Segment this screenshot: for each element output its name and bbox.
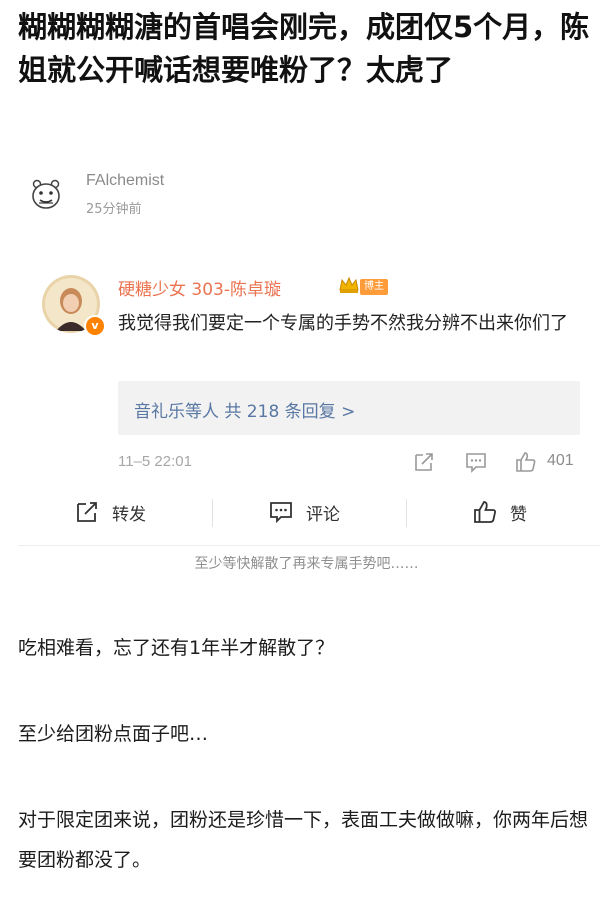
comment-button[interactable]: 评论 [268,497,340,527]
image-caption: 至少等快解散了再来专属手势吧…… [194,556,419,572]
divider [212,499,213,527]
author-row[interactable]: FAlchemist 25分钟前 [30,172,430,220]
article-title: 糊糊糊糊溏的首唱会刚完，成团仅5个月，陈姐就公开喊话想要唯粉了？太虎了 [18,10,590,87]
action-bar: 转发 评论 赞 [18,485,600,541]
thumbs-up-icon[interactable] [514,451,538,473]
reply-summary-link[interactable]: 音礼乐等人 共 218 条回复 > [134,397,355,422]
crown-icon [339,276,359,293]
like-count: 401 [547,452,574,469]
comment-text: 我觉得我们要定一个专属的手势不然我分辨不出来你们了 [118,313,568,334]
comment-label: 评论 [306,504,340,525]
repost-icon [77,502,97,522]
divider [406,499,407,527]
body-paragraph: 吃相难看，忘了还有1年半才解散了？ [18,637,335,659]
post-time: 25分钟前 [86,202,142,217]
like-icon [474,501,496,523]
verified-v-icon: v [84,315,106,337]
body-paragraph: 对于限定团来说，团粉还是珍惜一下，表面工夫做做嘛，你两年后想要团粉都没了。 [18,809,589,871]
cartoon-face-icon[interactable] [30,178,62,210]
like-button[interactable]: 赞 [472,497,527,527]
card-divider [18,545,600,546]
author-name[interactable]: FAlchemist [86,172,164,190]
blogger-badge: 博主 [360,279,388,295]
comment-bubble-icon [270,502,292,524]
comment-date: 11–5 22:01 [118,453,192,470]
reply-summary-box[interactable]: 音礼乐等人 共 218 条回复 > [118,381,580,435]
like-label: 赞 [510,504,527,525]
share-icon[interactable] [412,451,436,473]
body-paragraph: 至少给团粉点面子吧… [18,723,209,745]
embedded-weibo-comment: v 硬糖少女 303-陈卓璇 博主 我觉得我们要定一个专属的手势不然我分辨不出来… [18,255,600,545]
repost-label: 转发 [112,504,146,525]
commenter-username[interactable]: 硬糖少女 303-陈卓璇 [118,275,281,300]
comment-icon[interactable] [464,451,488,473]
repost-button[interactable]: 转发 [74,497,146,527]
